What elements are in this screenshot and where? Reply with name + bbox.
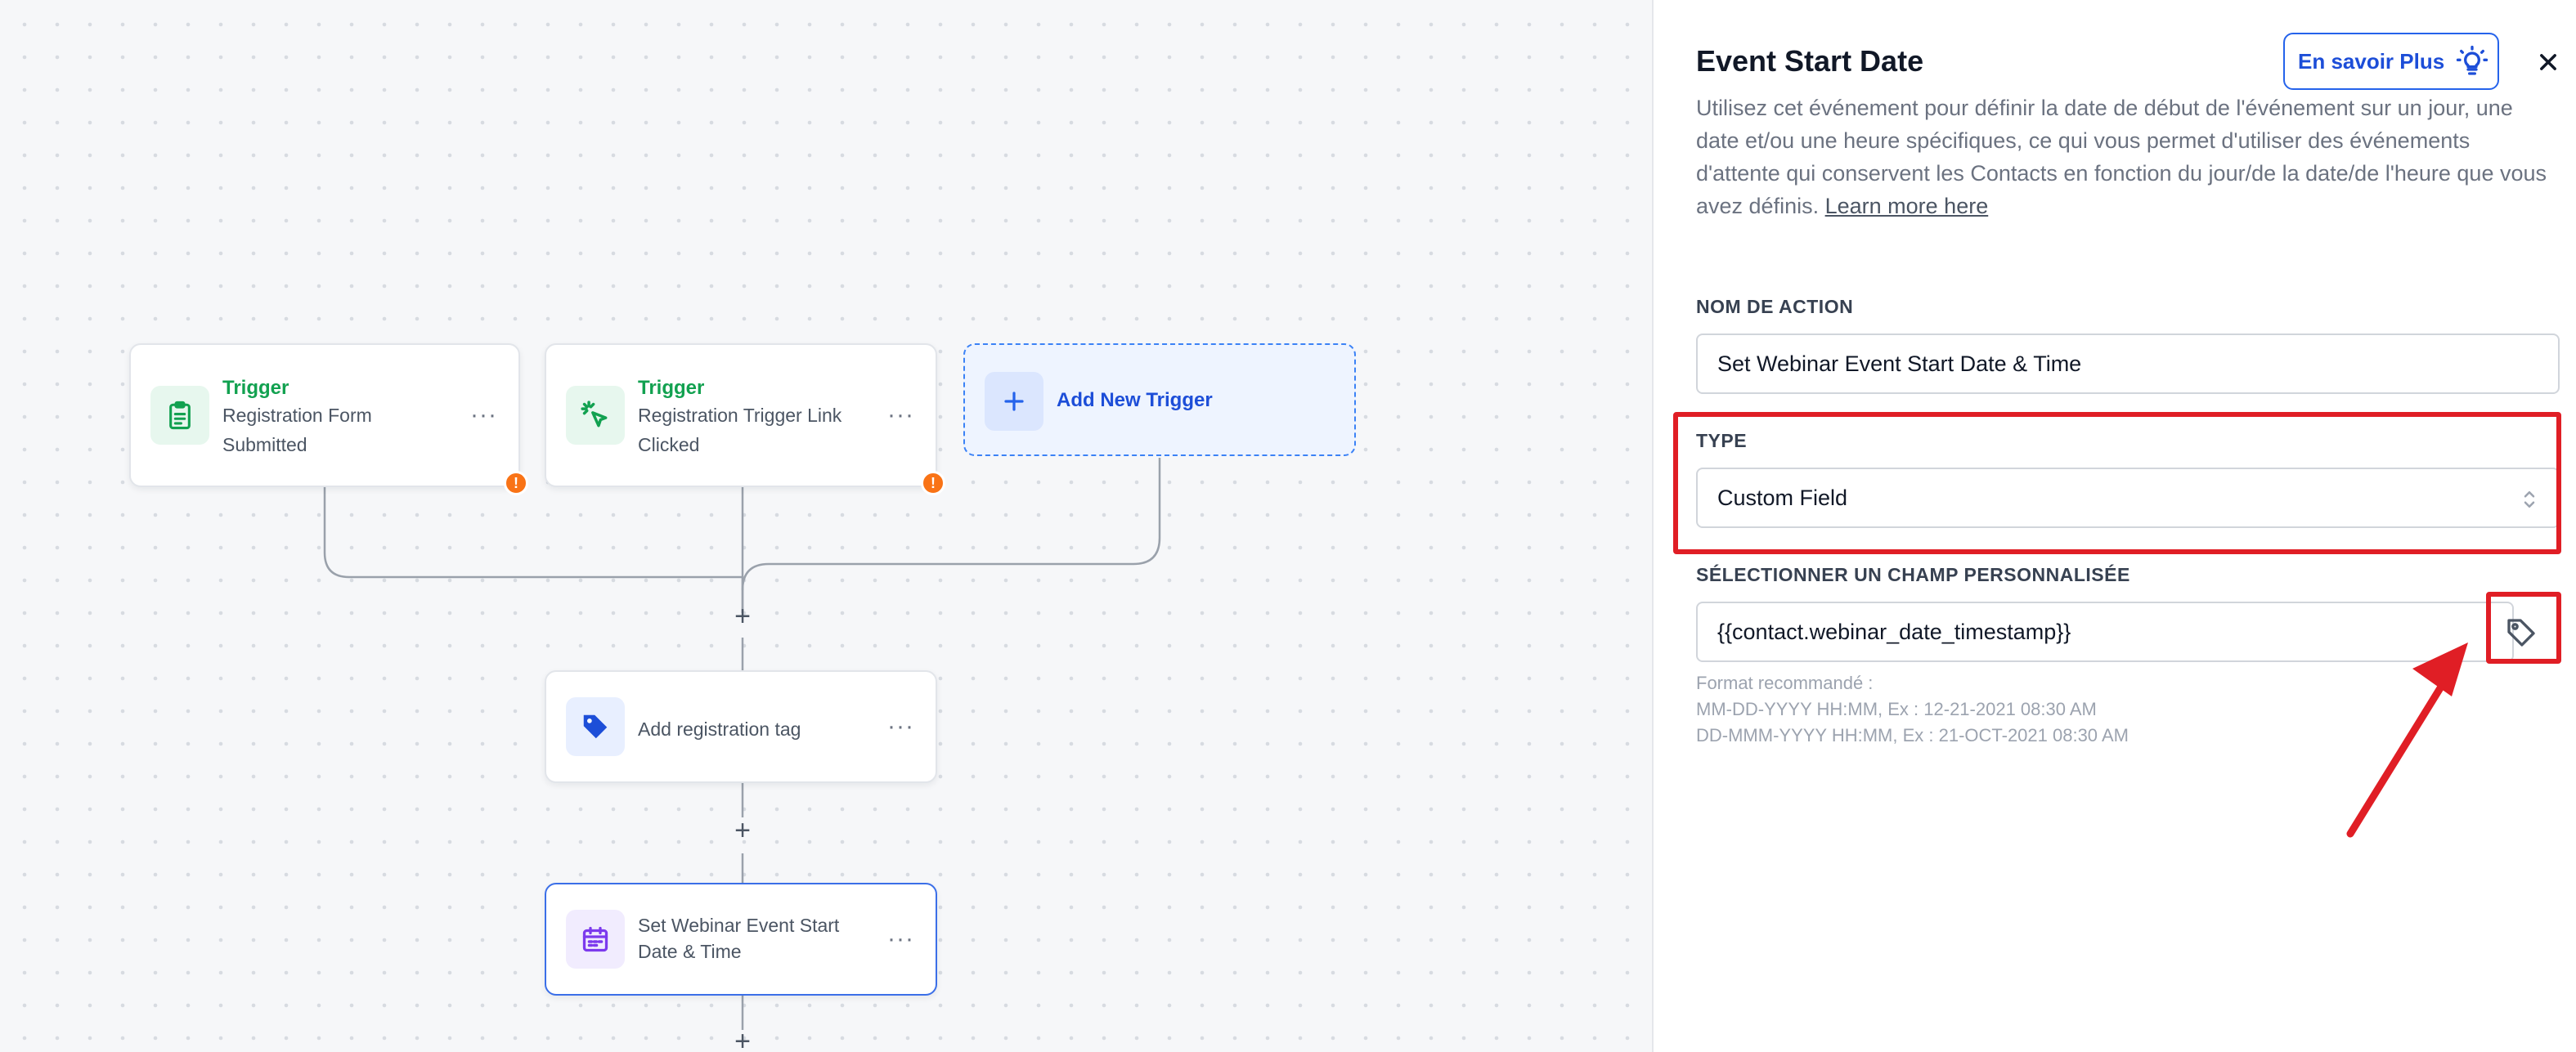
learn-more-link[interactable]: Learn more here xyxy=(1825,194,1989,218)
clipboard-icon xyxy=(150,386,209,445)
add-step-plus-icon[interactable]: + xyxy=(729,1027,756,1052)
more-options-icon[interactable]: ··· xyxy=(470,403,497,428)
close-icon xyxy=(2540,54,2556,70)
trigger-node-registration-form[interactable]: Trigger Registration Form Submitted ··· … xyxy=(129,343,528,495)
more-options-icon[interactable]: ··· xyxy=(887,403,914,428)
format-hint-title: Format recommandé : xyxy=(1696,673,1874,693)
node-kind: Trigger xyxy=(638,377,705,399)
learn-more-label: En savoir Plus xyxy=(2298,48,2445,74)
node-title: Registration Form Submitted xyxy=(222,405,372,455)
tag-icon xyxy=(566,697,625,756)
panel-description: Utilisez cet événement pour définir la d… xyxy=(1696,92,2555,222)
node-title: Add registration tag xyxy=(638,718,801,740)
type-field-highlight xyxy=(1673,412,2561,554)
add-step-plus-icon[interactable]: + xyxy=(729,817,756,844)
custom-field-label: SÉLECTIONNER UN CHAMP PERSONNALISÉE xyxy=(1696,564,2130,585)
add-trigger-label: Add New Trigger xyxy=(1057,389,1213,411)
trigger-node-registration-link[interactable]: Trigger Registration Trigger Link Clicke… xyxy=(545,343,945,495)
more-options-icon[interactable]: ··· xyxy=(887,714,914,739)
format-hint-line-2: DD-MMM-YYYY HH:MM, Ex : 21-OCT-2021 08:3… xyxy=(1696,725,2129,745)
node-kind: Trigger xyxy=(222,377,289,399)
format-hint-line-1: MM-DD-YYYY HH:MM, Ex : 12-21-2021 08:30 … xyxy=(1696,699,2097,719)
annotation-arrow-icon xyxy=(2346,642,2468,838)
node-title: Registration Trigger Link Clicked xyxy=(638,405,842,455)
action-node-set-event-date[interactable]: Set Webinar Event Start Date & Time ··· xyxy=(545,883,937,996)
action-name-label: NOM DE ACTION xyxy=(1696,296,1854,317)
add-step-plus-icon[interactable]: + xyxy=(729,602,756,630)
cursor-click-icon xyxy=(566,386,625,445)
lightbulb-icon xyxy=(2457,45,2488,75)
warning-icon: ! xyxy=(504,471,528,495)
custom-field-value: {{contact.webinar_date_timestamp}} xyxy=(1717,619,2071,644)
picker-button-highlight xyxy=(2486,592,2561,664)
close-panel-button[interactable] xyxy=(2532,46,2565,78)
plus-icon xyxy=(985,372,1043,431)
warning-icon: ! xyxy=(921,471,945,495)
node-title: Set Webinar Event Start Date & Time xyxy=(638,915,840,962)
action-name-input[interactable]: Set Webinar Event Start Date & Time xyxy=(1696,334,2560,394)
description-text: Utilisez cet événement pour définir la d… xyxy=(1696,96,2547,218)
panel-title: Event Start Date xyxy=(1696,44,1924,78)
calendar-icon xyxy=(566,910,625,969)
learn-more-button[interactable]: En savoir Plus xyxy=(2283,33,2499,90)
workflow-canvas[interactable]: Trigger Registration Form Submitted ··· … xyxy=(0,0,1652,1052)
action-name-value: Set Webinar Event Start Date & Time xyxy=(1717,351,2082,376)
add-new-trigger-button[interactable]: Add New Trigger xyxy=(963,343,1356,456)
action-node-add-tag[interactable]: Add registration tag ··· xyxy=(545,670,937,783)
more-options-icon[interactable]: ··· xyxy=(887,927,914,951)
